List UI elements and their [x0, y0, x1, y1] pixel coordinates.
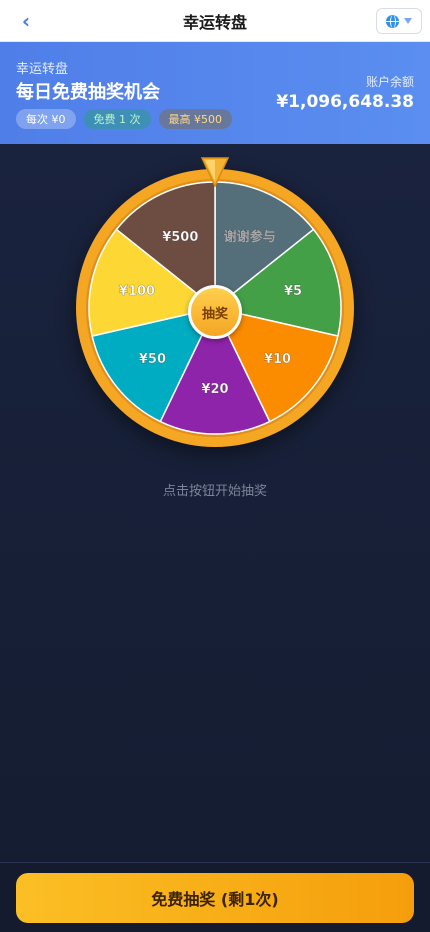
page-title: 幸运转盘 [182, 12, 247, 32]
free-draw-button[interactable]: 免费抽奖 (剩1次) [16, 873, 414, 923]
balance-value: ¥1,096,648.38 [276, 92, 414, 112]
wheel-pointer-icon [201, 157, 229, 187]
wheel-segment-label: ¥100 [119, 284, 155, 299]
hint-text: 点击按钮开始抽奖 [162, 484, 267, 499]
wheel-segment-label: ¥5 [284, 284, 302, 299]
language-switcher[interactable] [376, 8, 422, 34]
balance-label: 账户余额 [365, 75, 414, 89]
cost-pill: 每次 ¥0 [16, 109, 76, 129]
wheel-segment-label: ¥20 [201, 382, 228, 397]
globe-icon [386, 14, 399, 28]
bottom-bar: 免费抽奖 (剩1次) [0, 862, 430, 932]
wheel-segment-label: ¥50 [139, 352, 166, 367]
chevron-left-icon: ‹ [21, 9, 31, 33]
spin-center-button[interactable]: 抽奖 [188, 285, 242, 339]
header-card: 幸运转盘 每日免费抽奖机会 每次 ¥0 免费 1 次 最高 ¥500 账户余额 … [0, 42, 430, 144]
caret-down-icon [404, 18, 412, 24]
header-headline: 每日免费抽奖机会 [16, 82, 160, 103]
prize-wheel: 谢谢参与 ¥5 ¥10 ¥20 ¥50 ¥100 ¥500 抽奖 [75, 157, 355, 457]
wheel-segment-label: ¥500 [162, 230, 198, 245]
wheel-segment-label: 谢谢参与 [224, 229, 276, 245]
header-subtitle: 幸运转盘 [16, 62, 69, 77]
max-prize-pill: 最高 ¥500 [158, 109, 232, 129]
info-pills: 每次 ¥0 免费 1 次 最高 ¥500 [16, 109, 232, 129]
nav-bar: ‹ 幸运转盘 [0, 0, 430, 42]
back-button[interactable]: ‹ [14, 8, 38, 34]
wheel-segment-label: ¥10 [264, 352, 291, 367]
free-count-pill: 免费 1 次 [83, 109, 151, 129]
